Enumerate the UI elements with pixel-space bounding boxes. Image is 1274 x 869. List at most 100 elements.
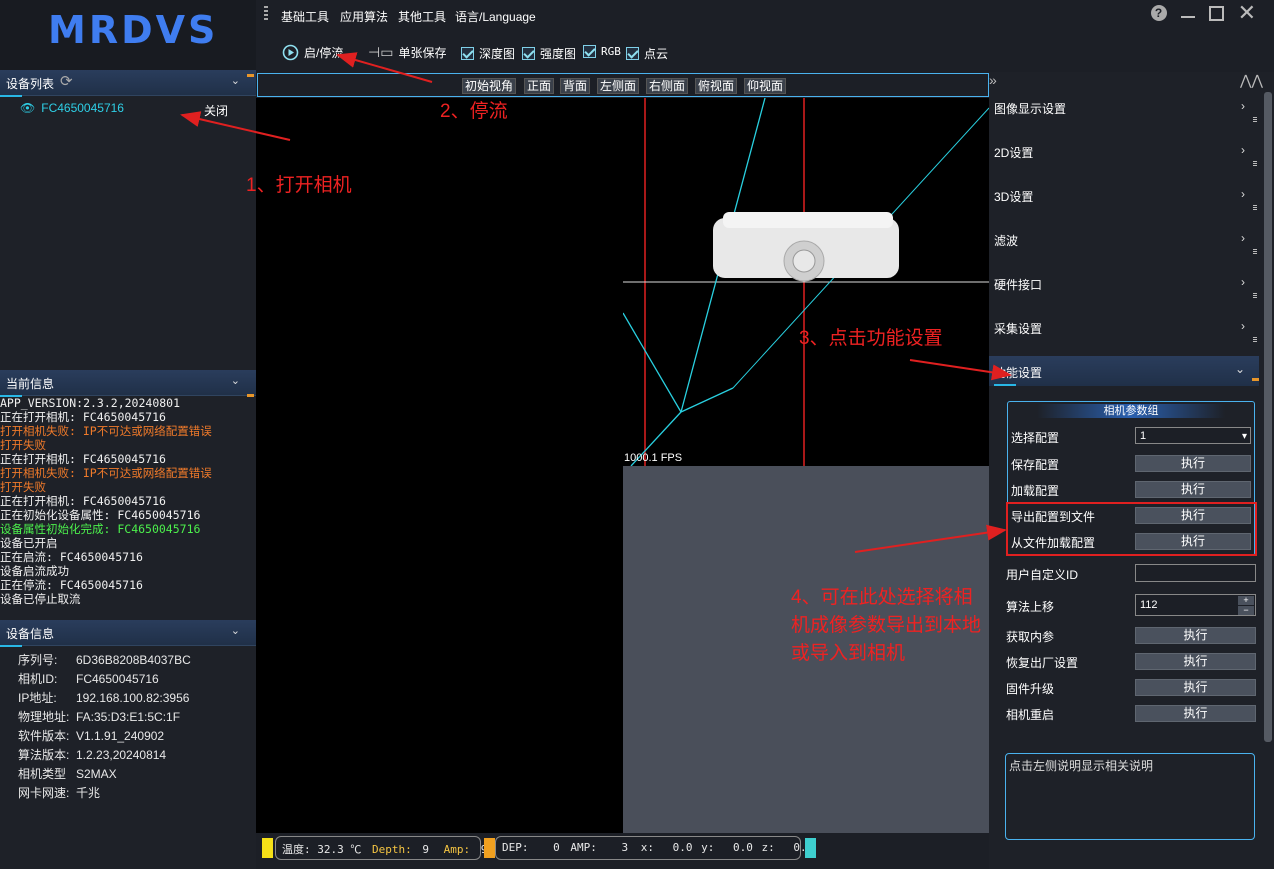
dep-label: DEP: [502,841,529,854]
device-info-row: 物理地址: FA:35:D3:E1:5C:1F [18,708,191,727]
device-info-value: 1.2.23,20240814 [76,748,167,762]
checkbox-icon [461,47,474,60]
section-3d-settings[interactable]: 3D设置 › [989,173,1259,217]
status-indicator [262,838,273,858]
view-initial-button[interactable]: 初始视角 [462,78,517,94]
device-serial: FC4650045716 [41,101,124,115]
eye-icon: 👁 [20,101,36,115]
pointcloud-viewport[interactable] [623,98,989,466]
pointcloud-checkbox[interactable]: 点云 [626,45,668,62]
rgb-checkbox[interactable]: RGB [583,45,621,58]
current-info-header[interactable]: 当前信息 ⌄ [0,370,256,397]
depth-checkbox[interactable]: 深度图 [461,45,515,62]
section-label: 2D设置 [994,146,1034,160]
chevron-right-icon: › [1241,231,1245,245]
device-info-row: 相机类型 S2MAX [18,765,191,784]
menu-language[interactable]: 语言/Language [455,8,536,25]
function-settings-title: 功能设置 [994,366,1043,380]
section-image-display[interactable]: 图像显示设置 › [989,85,1259,129]
checkbox-icon [583,45,596,58]
chevron-down-icon: ⌄ [230,75,240,87]
checkbox-icon [626,47,639,60]
close-device-button[interactable]: 关闭 [204,102,228,119]
annotation-step2: 2、停流 [440,101,508,122]
menu-other-tools[interactable]: 其他工具 [398,8,446,25]
logo-area: MRDVS [0,0,256,70]
log-line: 打开失败 [0,480,46,494]
menu-algorithms[interactable]: 应用算法 [340,8,388,25]
chevron-right-icon: › [1241,319,1245,333]
select-config-dropdown[interactable]: 1 ▾ [1135,427,1251,444]
section-label: 硬件接口 [994,278,1043,292]
maximize-icon[interactable] [1208,5,1224,21]
camera-reboot-exec-button[interactable]: 执行 [1135,705,1256,722]
device-info-row: IP地址: 192.168.100.82:3956 [18,689,191,708]
load-config-exec-button[interactable]: 执行 [1135,481,1251,498]
section-hardware-io[interactable]: 硬件接口 › [989,261,1259,305]
device-info-value: S2MAX [76,767,117,781]
save-config-label: 保存配置 [1011,458,1060,472]
section-label: 3D设置 [994,190,1034,204]
user-id-input[interactable] [1135,564,1256,582]
single-save-label: 单张保存 [398,46,447,60]
z-label: z: [761,841,775,854]
chevron-right-icon: › [1241,99,1245,113]
view-back-button[interactable]: 背面 [560,78,591,94]
section-filter[interactable]: 滤波 › [989,217,1259,261]
help-icon[interactable]: ? [1150,5,1167,21]
section-2d-settings[interactable]: 2D设置 › [989,129,1259,173]
app-logo: MRDVS [48,8,219,52]
depth-label: 深度图 [479,47,516,61]
get-intrinsics-exec-button[interactable]: 执行 [1135,627,1256,644]
log-output: APP_VERSION:2.3.2,20240801 正在打开相机: FC4650… [0,396,250,616]
menu-basic-tools[interactable]: 基础工具 [281,8,329,25]
start-stop-stream-button[interactable]: 启/停流 [282,44,343,61]
settings-scrollbar[interactable] [1264,92,1272,742]
device-info-value: FC4650045716 [76,672,159,686]
section-function-settings[interactable]: 功能设置 ⌄ [989,356,1259,386]
intensity-checkbox[interactable]: 强度图 [522,45,576,62]
chevron-down-icon: ⌄ [230,625,240,637]
log-line: APP_VERSION:2.3.2,20240801 [0,396,181,410]
view-front-button[interactable]: 正面 [524,78,555,94]
depth-image-viewport[interactable] [256,98,623,833]
firmware-upgrade-label: 固件升级 [1006,682,1055,696]
play-icon [282,44,299,61]
log-line: 正在停流: FC4650045716 [0,578,143,592]
firmware-upgrade-exec-button[interactable]: 执行 [1135,679,1256,696]
view-top-button[interactable]: 俯视面 [695,78,738,94]
single-save-button[interactable]: ⊣▭ 单张保存 [368,44,446,61]
grip-icon [1253,293,1257,299]
device-list-item[interactable]: 👁 FC4650045716 [20,101,124,115]
close-icon[interactable]: ✕ [1238,2,1256,24]
increment-icon[interactable]: + [1238,596,1254,605]
device-info-header[interactable]: 设备信息 ⌄ [0,620,256,647]
view-right-button[interactable]: 右侧面 [646,78,689,94]
decrement-icon[interactable]: − [1238,606,1254,615]
factory-reset-label: 恢复出厂设置 [1006,656,1079,670]
log-line: 正在初始化设备属性: FC4650045716 [0,508,201,522]
start-stop-label: 启/停流 [304,46,344,60]
algo-shift-spinbox[interactable]: 112 + − [1135,594,1256,616]
save-config-exec-button[interactable]: 执行 [1135,455,1251,472]
view-bottom-button[interactable]: 仰视面 [744,78,787,94]
refresh-icon[interactable]: ⟳ [60,72,73,90]
section-capture[interactable]: 采集设置 › [989,305,1259,349]
minimize-icon[interactable] [1180,16,1195,18]
factory-reset-exec-button[interactable]: 执行 [1135,653,1256,670]
current-info-title: 当前信息 [6,377,55,391]
log-line: 正在打开相机: FC4650045716 [0,494,166,508]
annotation-step4: 4、可在此处选择将相机成像参数导出到本地或导入到相机 [791,587,982,664]
annotation-step1: 1、打开相机 [246,175,352,196]
param-group-title: 相机参数组 [1037,404,1225,418]
device-info-title: 设备信息 [6,627,55,641]
algo-shift-label: 算法上移 [1006,600,1055,614]
camera-reboot-label: 相机重启 [1006,708,1055,722]
highlight-box [1006,502,1257,556]
device-list-header[interactable]: 设备列表 ⟳ ⌄ [0,70,256,97]
view-left-button[interactable]: 左侧面 [597,78,640,94]
grip-icon [1253,205,1257,211]
depth-label: Depth: [372,843,412,856]
grip-icon [1253,161,1257,167]
device-info-row: 软件版本: V1.1.91_240902 [18,727,191,746]
